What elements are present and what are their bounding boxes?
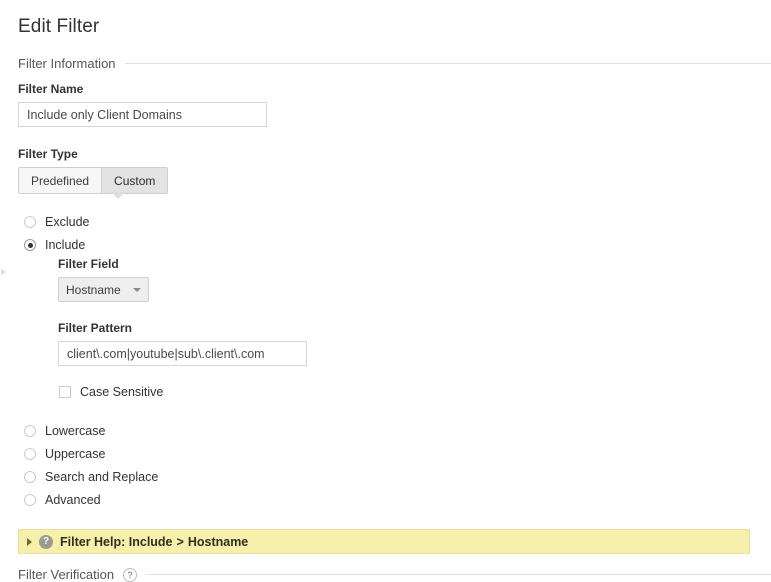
radio-unselected-icon bbox=[24, 425, 36, 437]
question-mark-icon: ? bbox=[39, 534, 53, 549]
section-divider bbox=[146, 574, 771, 575]
section-header-filter-information: Filter Information bbox=[18, 56, 771, 71]
radio-uppercase[interactable]: Uppercase bbox=[24, 447, 105, 461]
filter-field-label: Filter Field bbox=[58, 257, 119, 271]
section-header-label: Filter Verification bbox=[18, 567, 115, 582]
radio-include-label: Include bbox=[45, 238, 86, 252]
radio-search-and-replace-label: Search and Replace bbox=[45, 470, 159, 484]
filter-help-text: Filter Help: Include > Hostname bbox=[60, 535, 248, 549]
chevron-down-icon bbox=[132, 287, 141, 292]
case-sensitive-label: Case Sensitive bbox=[80, 385, 164, 399]
section-divider bbox=[124, 63, 771, 64]
radio-unselected-icon bbox=[24, 494, 36, 506]
radio-selected-icon bbox=[24, 239, 36, 251]
selected-segment-caret-icon bbox=[111, 192, 125, 199]
filter-type-custom-button[interactable]: Custom bbox=[101, 168, 168, 193]
radio-exclude-label: Exclude bbox=[45, 215, 90, 229]
section-header-label: Filter Information bbox=[18, 56, 116, 71]
radio-advanced-label: Advanced bbox=[45, 493, 101, 507]
radio-include[interactable]: Include bbox=[24, 238, 85, 252]
section-header-filter-verification: Filter Verification ? bbox=[18, 567, 771, 582]
filter-type-label: Filter Type bbox=[18, 147, 78, 161]
case-sensitive-checkbox[interactable]: Case Sensitive bbox=[59, 385, 163, 399]
help-circle-icon[interactable]: ? bbox=[123, 567, 138, 582]
filter-field-select[interactable]: Hostname bbox=[58, 277, 149, 302]
filter-name-input[interactable] bbox=[18, 102, 267, 127]
filter-field-select-value: Hostname bbox=[66, 282, 121, 297]
filter-pattern-label: Filter Pattern bbox=[58, 321, 133, 335]
filter-help-bar[interactable]: ? Filter Help: Include > Hostname bbox=[18, 529, 750, 554]
filter-pattern-input[interactable] bbox=[58, 341, 307, 366]
filter-help-prefix: Filter Help: Include bbox=[60, 534, 173, 549]
radio-lowercase-label: Lowercase bbox=[45, 424, 106, 438]
radio-search-and-replace[interactable]: Search and Replace bbox=[24, 470, 158, 484]
radio-unselected-icon bbox=[24, 448, 36, 460]
radio-lowercase[interactable]: Lowercase bbox=[24, 424, 105, 438]
checkbox-unchecked-icon bbox=[59, 386, 71, 398]
filter-help-separator: > bbox=[176, 534, 184, 549]
filter-type-predefined-button[interactable]: Predefined bbox=[19, 168, 102, 193]
radio-uppercase-label: Uppercase bbox=[45, 447, 106, 461]
radio-unselected-icon bbox=[24, 471, 36, 483]
filter-help-target: Hostname bbox=[187, 534, 249, 549]
expand-triangle-icon[interactable] bbox=[27, 537, 32, 546]
radio-exclude[interactable]: Exclude bbox=[24, 215, 89, 229]
page-title: Edit Filter bbox=[18, 16, 100, 37]
panel-collapse-handle-icon[interactable] bbox=[0, 265, 7, 279]
filter-name-label: Filter Name bbox=[18, 82, 84, 96]
filter-type-segmented-control[interactable]: Predefined Custom bbox=[18, 167, 169, 194]
radio-advanced[interactable]: Advanced bbox=[24, 493, 101, 507]
radio-unselected-icon bbox=[24, 216, 36, 228]
